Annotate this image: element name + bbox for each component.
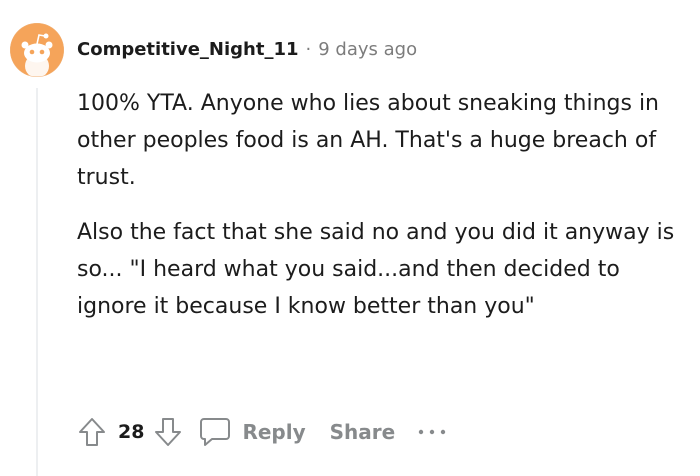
comment: Competitive_Night_11 · 9 days ago 100% Y… <box>0 0 700 476</box>
timestamp[interactable]: 9 days ago <box>318 39 417 60</box>
reply-label: Reply <box>242 420 306 444</box>
comment-actions: 28 Reply Share <box>72 412 447 452</box>
avatar[interactable] <box>10 23 64 77</box>
meta-separator: · <box>305 38 312 60</box>
downvote-button[interactable] <box>148 412 188 452</box>
upvote-button[interactable] <box>72 412 112 452</box>
comment-meta: Competitive_Night_11 · 9 days ago <box>77 34 417 64</box>
share-button[interactable]: Share <box>330 420 396 444</box>
thread-line[interactable] <box>36 88 38 476</box>
username[interactable]: Competitive_Night_11 <box>77 39 299 60</box>
share-label: Share <box>329 420 396 444</box>
more-options-button[interactable] <box>417 412 447 452</box>
reply-button[interactable]: Reply <box>198 416 306 448</box>
comment-body: 100% YTA. Anyone who lies about sneaking… <box>77 85 687 325</box>
comment-paragraph: Also the fact that she said no and you d… <box>77 220 675 319</box>
comment-paragraph: 100% YTA. Anyone who lies about sneaking… <box>77 91 660 190</box>
speech-bubble-icon <box>200 418 231 446</box>
more-options-icon <box>419 429 446 435</box>
vote-count: 28 <box>118 421 145 443</box>
reddit-snoo-avatar-icon <box>10 23 64 77</box>
upvote-arrow-icon <box>79 418 105 446</box>
downvote-arrow-icon <box>155 418 182 446</box>
